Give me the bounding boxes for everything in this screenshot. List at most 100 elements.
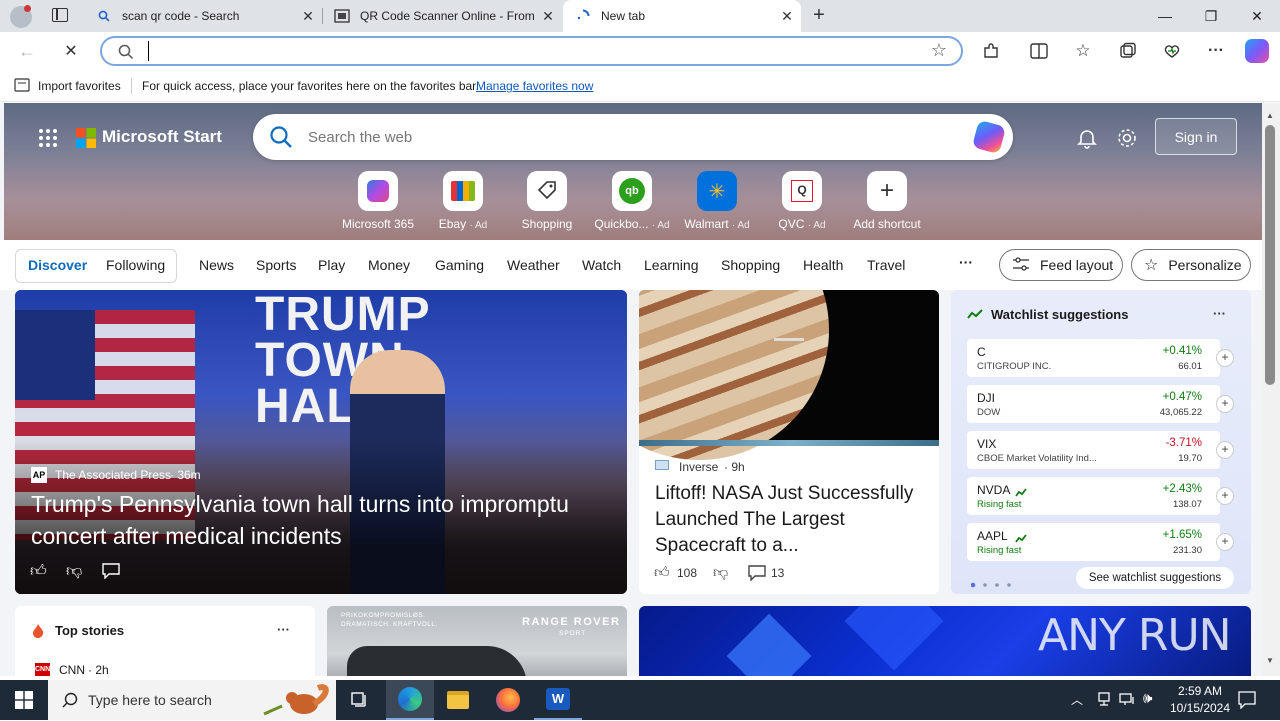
shortcut-shopping[interactable]: Shopping xyxy=(505,171,589,231)
edge-taskbar-icon[interactable] xyxy=(386,680,434,720)
start-button[interactable] xyxy=(0,680,48,720)
nav-health[interactable]: Health xyxy=(803,257,843,273)
file-explorer-icon[interactable] xyxy=(434,680,482,720)
story-headline[interactable]: Trump's Pennsylvania town hall turns int… xyxy=(31,488,591,552)
brand-title[interactable]: Microsoft Start xyxy=(102,127,222,147)
ethernet-icon[interactable] xyxy=(1119,691,1135,712)
address-input[interactable] xyxy=(148,41,908,61)
story-source: CNN xyxy=(59,663,85,676)
nav-more-button[interactable]: ··· xyxy=(959,254,973,270)
nav-news[interactable]: News xyxy=(199,257,234,273)
nav-gaming[interactable]: Gaming xyxy=(435,257,484,273)
extensions-icon[interactable] xyxy=(980,40,1002,62)
add-to-watchlist-button[interactable]: + xyxy=(1216,533,1234,551)
see-watchlist-button[interactable]: See watchlist suggestions xyxy=(1076,567,1234,589)
stock-row[interactable]: VIX CBOE Market Volatility Ind... -3.71%… xyxy=(967,431,1234,469)
shortcut-quickbooks[interactable]: qb Quickbo... · Ad xyxy=(590,171,674,231)
notifications-icon[interactable] xyxy=(1238,691,1256,714)
copilot-icon[interactable] xyxy=(971,119,1007,155)
profile-avatar[interactable] xyxy=(10,5,32,28)
nav-watch[interactable]: Watch xyxy=(582,257,621,273)
add-to-watchlist-button[interactable]: + xyxy=(1216,441,1234,459)
page-scrollbar[interactable]: ▲ ▼ xyxy=(1262,103,1280,676)
word-icon[interactable]: W xyxy=(534,680,582,720)
sign-in-button[interactable]: Sign in xyxy=(1155,118,1237,155)
import-favorites-link[interactable]: Import favorites xyxy=(38,79,121,93)
network-icon[interactable] xyxy=(1096,691,1112,712)
favorites-icon[interactable]: ☆ xyxy=(1072,40,1094,62)
close-tab-icon[interactable]: ✕ xyxy=(773,8,801,25)
restore-button[interactable]: ❐ xyxy=(1188,0,1234,32)
stock-row[interactable]: C CITIGROUP INC. +0.41% 66.01 + xyxy=(967,339,1234,377)
tab-actions-icon[interactable] xyxy=(52,8,68,22)
import-favorites-icon[interactable] xyxy=(14,78,30,95)
stop-loading-icon[interactable]: ✕ xyxy=(60,40,82,62)
tab-following[interactable]: Following xyxy=(106,257,165,273)
add-to-watchlist-button[interactable]: + xyxy=(1216,395,1234,413)
clock-time[interactable]: 2:59 AM xyxy=(1170,684,1230,698)
firefox-icon[interactable] xyxy=(484,680,532,720)
tab-search[interactable]: scan qr code - Search ✕ xyxy=(84,0,322,32)
like-icon[interactable]: 👍︎ xyxy=(654,564,670,582)
like-icon[interactable]: 👍︎ xyxy=(30,562,47,581)
minimize-button[interactable]: — xyxy=(1142,0,1188,32)
shortcut-microsoft-365[interactable]: Microsoft 365 xyxy=(336,171,420,231)
notifications-bell-icon[interactable] xyxy=(1076,127,1098,149)
stock-row[interactable]: DJI DOW +0.47% 43,065.22 + xyxy=(967,385,1234,423)
copilot-icon[interactable] xyxy=(1245,39,1269,63)
shortcut-walmart[interactable]: ✳ Walmart · Ad xyxy=(675,171,759,231)
app-launcher-icon[interactable] xyxy=(38,128,58,148)
nav-travel[interactable]: Travel xyxy=(867,257,905,273)
nav-learning[interactable]: Learning xyxy=(644,257,699,273)
favorite-star-icon[interactable]: ☆ xyxy=(931,40,947,61)
task-view-icon[interactable] xyxy=(336,680,384,720)
address-bar[interactable]: ☆ xyxy=(100,36,963,66)
nav-money[interactable]: Money xyxy=(368,257,410,273)
add-to-watchlist-button[interactable]: + xyxy=(1216,487,1234,505)
taskbar-search[interactable]: Type here to search xyxy=(48,680,336,720)
stock-row[interactable]: NVDA Rising fast +2.43% 138.07 + xyxy=(967,477,1234,515)
personalize-button[interactable]: ☆ Personalize xyxy=(1131,249,1251,281)
dislike-icon[interactable]: 👎︎ xyxy=(713,564,728,582)
settings-more-icon[interactable]: ··· xyxy=(1205,40,1227,62)
tab-qr-scanner[interactable]: QR Code Scanner Online - From ✕ xyxy=(322,0,562,32)
close-tab-icon[interactable]: ✕ xyxy=(534,8,562,25)
close-window-button[interactable]: ✕ xyxy=(1234,0,1280,32)
new-tab-button[interactable]: + xyxy=(808,4,830,26)
browser-essentials-icon[interactable] xyxy=(1161,40,1183,62)
side-story-card[interactable]: Inverse · 9h Liftoff! NASA Just Successf… xyxy=(639,290,939,594)
web-search-box[interactable] xyxy=(253,114,1013,160)
shortcut-ebay[interactable]: Ebay · Ad xyxy=(421,171,505,231)
scrollbar-thumb[interactable] xyxy=(1265,125,1275,385)
show-hidden-icons-icon[interactable]: ︿ xyxy=(1071,691,1083,708)
clock-date[interactable]: 10/15/2024 xyxy=(1165,701,1235,715)
tab-new-tab[interactable]: New tab ✕ xyxy=(563,0,801,32)
range-rover-ad-card[interactable]: PRIKOKOMPROMISLØS. DRAMATISCH. KRAFTVOLL… xyxy=(327,606,627,676)
back-arrow-icon[interactable]: ← xyxy=(16,40,38,62)
nav-sports[interactable]: Sports xyxy=(256,257,296,273)
dislike-icon[interactable]: 👎︎ xyxy=(66,562,82,581)
settings-gear-icon[interactable] xyxy=(1116,127,1138,149)
hero-story-card[interactable]: TRUMP TOWN HALL AP The Associated Press … xyxy=(15,290,627,594)
split-screen-icon[interactable] xyxy=(1028,40,1050,62)
story-headline[interactable]: Liftoff! NASA Just Successfully Launched… xyxy=(655,481,925,559)
close-tab-icon[interactable]: ✕ xyxy=(294,8,322,25)
feed-layout-button[interactable]: Feed layout xyxy=(999,249,1123,281)
comment-icon[interactable] xyxy=(748,565,766,586)
volume-icon[interactable]: 🕪︎ xyxy=(1143,690,1152,707)
nav-play[interactable]: Play xyxy=(318,257,345,273)
collections-icon[interactable] xyxy=(1117,40,1139,62)
add-to-watchlist-button[interactable]: + xyxy=(1216,349,1234,367)
manage-favorites-link[interactable]: Manage favorites now xyxy=(476,79,593,93)
top-stories-more-button[interactable]: ··· xyxy=(277,622,290,637)
carousel-dots[interactable] xyxy=(970,575,1015,588)
web-search-input[interactable] xyxy=(308,127,908,147)
comment-icon[interactable] xyxy=(102,563,120,584)
shortcut-qvc[interactable]: Q QVC · Ad xyxy=(760,171,844,231)
watchlist-more-button[interactable]: ··· xyxy=(1213,306,1226,321)
nav-weather[interactable]: Weather xyxy=(507,257,560,273)
stock-row[interactable]: AAPL Rising fast +1.65% 231.30 + xyxy=(967,523,1234,561)
nav-shopping[interactable]: Shopping xyxy=(721,257,780,273)
tab-discover[interactable]: Discover xyxy=(28,257,87,273)
add-shortcut-button[interactable]: + Add shortcut xyxy=(845,171,929,231)
